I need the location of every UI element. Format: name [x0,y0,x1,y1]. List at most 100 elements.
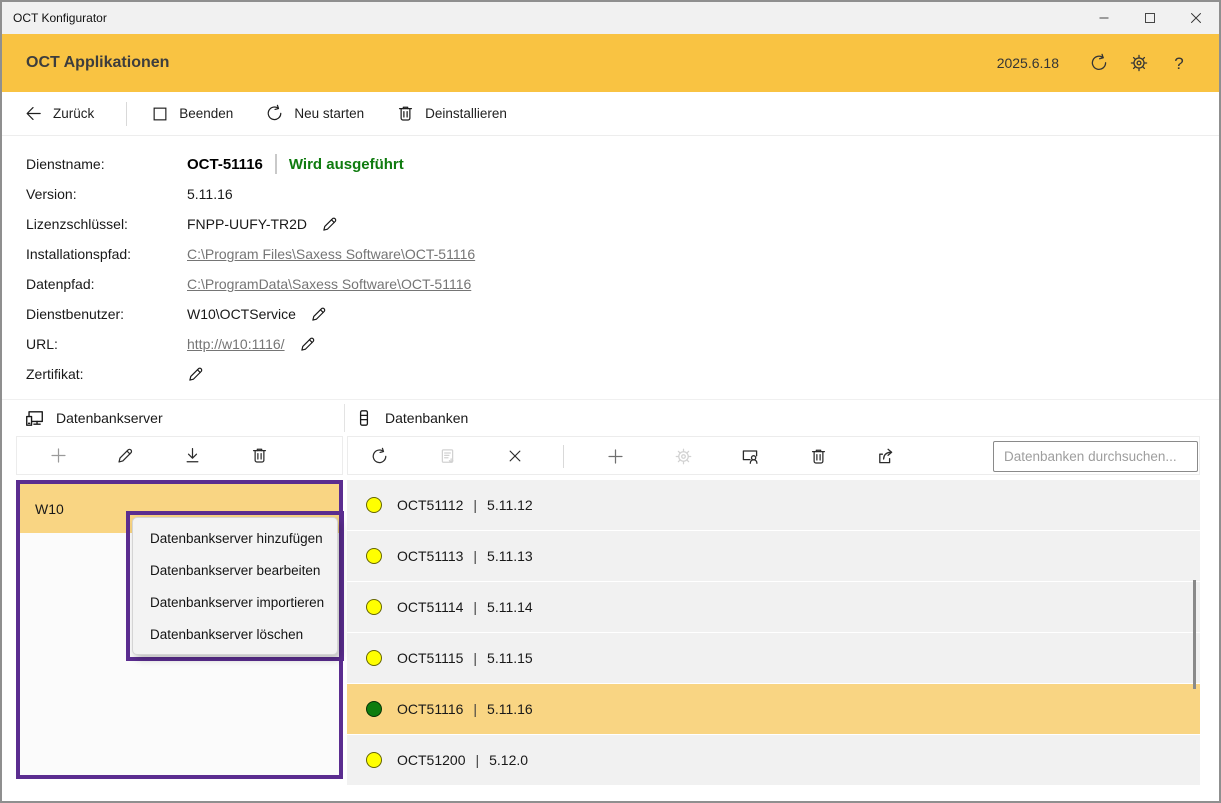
detail-row-url: URL: http://w10:1116/ [26,329,1219,359]
server-toolbar [16,436,343,475]
trash-icon [809,447,828,466]
stop-icon [151,105,169,123]
user-box-icon [740,446,760,466]
app-window: OCT Konfigurator OCT Applikationen 2025.… [0,0,1221,803]
pencil-icon [187,365,205,383]
db-permissions-button[interactable] [734,440,766,472]
db-list-item[interactable]: OCT51113|5.11.13 [347,531,1200,582]
db-toolbar-divider [563,445,564,468]
share-icon [876,446,896,466]
header-refresh-button[interactable] [1083,47,1115,79]
app-header: OCT Applikationen 2025.6.18 ? [2,34,1219,92]
data-path-link[interactable]: C:\ProgramData\Saxess Software\OCT-51116 [187,276,471,292]
version-value: 5.11.16 [187,186,233,202]
refresh-icon [370,447,389,466]
add-server-button[interactable] [25,437,92,474]
detail-row-dienstname: Dienstname: OCT-51116 Wird ausgeführt [26,149,1219,179]
status-dot [366,752,382,768]
scrollbar-thumb[interactable] [1193,580,1196,689]
minimize-icon [1095,9,1113,27]
back-button[interactable]: Zurück [24,104,94,123]
header-help-button[interactable]: ? [1163,47,1195,79]
edit-service-user-button[interactable] [310,305,328,323]
header-settings-button[interactable] [1123,47,1155,79]
trash-icon [250,446,269,465]
close-button[interactable] [1173,2,1219,34]
edit-url-button[interactable] [299,335,317,353]
import-server-button[interactable] [159,437,226,474]
help-icon: ? [1174,55,1183,72]
restart-service-button[interactable]: Neu starten [265,104,364,123]
refresh-icon [1089,53,1109,73]
pencil-icon [299,335,317,353]
minimize-button[interactable] [1081,2,1127,34]
context-menu-item-add[interactable]: Datenbankserver hinzufügen [133,523,337,555]
context-menu-item-import[interactable]: Datenbankserver importieren [133,587,337,619]
gear-icon [1129,53,1149,73]
maximize-button[interactable] [1127,2,1173,34]
detail-row-dienstbenutzer: Dienstbenutzer: W10\OCTService [26,299,1219,329]
context-menu-item-delete[interactable]: Datenbankserver löschen [133,619,337,651]
db-list-item[interactable]: OCT51200|5.12.0 [347,735,1200,786]
pencil-icon [116,446,135,465]
stop-service-button[interactable]: Beenden [151,105,233,123]
share-db-button[interactable] [870,440,902,472]
uninstall-button[interactable]: Deinstallieren [396,104,507,123]
title-bar: OCT Konfigurator [2,2,1219,34]
pencil-icon [310,305,328,323]
delete-server-button[interactable] [226,437,293,474]
edit-certificate-button[interactable] [187,365,205,383]
action-toolbar: Zurück Beenden Neu starten Deinstalliere… [2,92,1219,136]
detail-row-lizenz: Lizenzschlüssel: FNPP-UUFY-TR2D [26,209,1219,239]
maximize-icon [1141,9,1159,27]
status-dot [366,548,382,564]
db-list-item[interactable]: OCT51115|5.11.15 [347,633,1200,684]
page-title: OCT Applikationen [26,54,997,72]
edit-license-button[interactable] [321,215,339,233]
header-date: 2025.6.18 [997,55,1059,71]
server-panel-title: Datenbankserver [56,410,163,426]
db-list: OCT51112|5.11.12 OCT51113|5.11.13 OCT511… [347,480,1200,786]
db-settings-button [667,440,699,472]
service-url-link[interactable]: http://w10:1116/ [187,336,285,352]
status-dot [366,599,382,615]
db-search-input[interactable] [993,441,1198,472]
edit-server-button[interactable] [92,437,159,474]
status-dot [366,497,382,513]
db-list-item[interactable]: OCT51116|5.11.16 [347,684,1200,735]
service-user-value: W10\OCTService [187,306,296,322]
run-script-button [431,440,463,472]
service-details: Dienstname: OCT-51116 Wird ausgeführt Ve… [2,136,1219,389]
detail-row-datenpfad: Datenpfad: C:\ProgramData\Saxess Softwar… [26,269,1219,299]
cancel-button[interactable] [499,440,531,472]
service-status: Wird ausgeführt [289,156,404,173]
plus-icon [606,447,625,466]
db-panel-header: Datenbanken [354,400,468,436]
plus-icon [49,446,68,465]
detail-row-version: Version: 5.11.16 [26,179,1219,209]
close-icon [1187,9,1205,27]
window-title: OCT Konfigurator [2,11,1081,25]
arrow-left-icon [24,104,43,123]
devices-icon [24,408,45,429]
refresh-db-button[interactable] [363,440,395,472]
db-panel-title: Datenbanken [385,410,468,426]
detail-row-zertifikat: Zertifikat: [26,359,1219,389]
panel-divider [344,404,345,432]
delete-db-button[interactable] [802,440,834,472]
toolbar-divider [126,102,127,126]
server-panel-header: Datenbankserver [24,400,163,436]
license-value: FNPP-UUFY-TR2D [187,216,307,232]
context-menu-item-edit[interactable]: Datenbankserver bearbeiten [133,555,337,587]
panels-area: Datenbankserver Datenbanken W10 Datenban… [2,399,1219,801]
service-name-value: OCT-51116 [187,156,263,173]
install-path-link[interactable]: C:\Program Files\Saxess Software\OCT-511… [187,246,475,262]
database-icon [354,408,374,428]
db-list-item[interactable]: OCT51114|5.11.14 [347,582,1200,633]
restart-icon [265,104,284,123]
status-dot [366,650,382,666]
db-list-item[interactable]: OCT51112|5.11.12 [347,480,1200,531]
pencil-icon [321,215,339,233]
add-db-button[interactable] [599,440,631,472]
value-divider [275,154,277,174]
